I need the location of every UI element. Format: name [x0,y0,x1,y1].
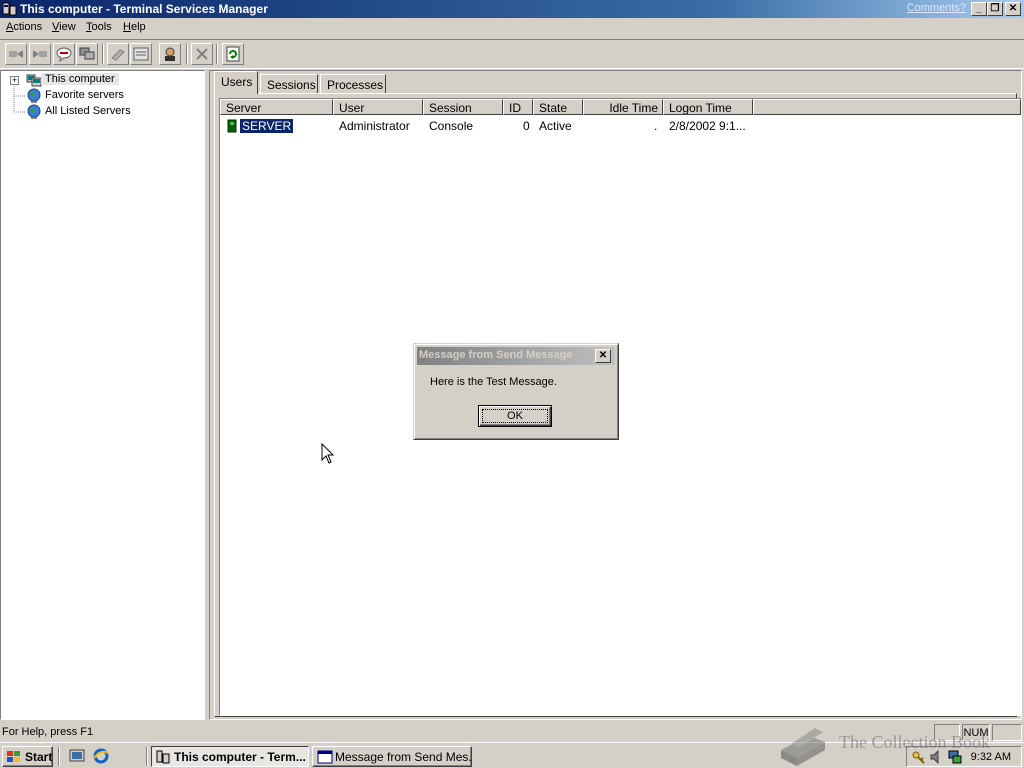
status-button[interactable] [130,43,152,65]
comments-link[interactable]: Comments? [907,2,966,14]
column-header-server[interactable]: Server [220,99,333,115]
status-help-text: For Help, press F1 [2,726,94,738]
terminal-services-icon [156,750,170,764]
tree-item-label: Favorite servers [45,89,124,101]
column-header-state[interactable]: State [533,99,583,115]
refresh-button[interactable] [222,43,244,65]
dialog-close-button[interactable]: ✕ [595,349,611,363]
start-button[interactable]: Start [2,746,53,767]
menu-actions[interactable]: Actions [6,21,42,33]
remote-control-icon [79,47,95,60]
column-header-user[interactable]: User [333,99,423,115]
minimize-button[interactable]: _ [971,2,987,16]
mouse-cursor-icon [321,443,335,464]
status-panel-scroll [992,724,1022,741]
logoff-button[interactable] [159,43,181,65]
menu-view[interactable]: View [52,21,76,33]
menu-bar: Actions View Tools Help [0,18,1024,38]
status-panel-num: NUM [962,724,990,741]
status-panel-caps [934,724,960,741]
tab-users[interactable]: Users [214,71,258,94]
tree-item-label: All Listed Servers [45,105,131,117]
globe-icon [27,88,41,103]
column-header-idle-time[interactable]: Idle Time [583,99,663,115]
start-label: Start [25,750,53,764]
user-session-icon [227,119,237,133]
status-bar: For Help, press F1 NUM [0,722,1024,742]
end-process-icon [196,48,208,60]
refresh-icon [226,46,240,62]
window-title: This computer - Terminal Services Manage… [20,2,268,16]
column-header-session[interactable]: Session [423,99,503,115]
reset-button[interactable] [107,43,129,65]
tree-lines [13,84,25,113]
disconnect-button[interactable] [29,43,51,65]
tree-item-this-computer[interactable]: + This computer [1,72,201,88]
internet-explorer-icon[interactable] [92,747,110,765]
dialog-title: Message from Send Message [419,349,573,361]
connect-icon [9,50,23,58]
logoff-icon [165,47,175,61]
tree-item-favorite-servers[interactable]: Favorite servers [1,88,201,104]
computers-icon [26,74,42,87]
task-button-terminal-services[interactable]: This computer - Term... [151,746,309,767]
connect-button[interactable] [5,43,27,65]
close-button[interactable]: ✕ [1005,2,1021,16]
terminal-services-icon [2,2,17,16]
system-tray: 9:32 AM [906,746,1022,767]
restore-button[interactable]: ❐ [987,2,1003,16]
taskbar-separator [58,747,60,766]
cell-server: SERVER [238,118,295,134]
task-label: This computer - Term... [174,750,306,764]
toolbar-separator [102,44,104,64]
tab-processes[interactable]: Processes [320,74,386,94]
dialog-title-bar[interactable]: Message from Send Message ✕ [417,347,615,365]
menu-tools[interactable]: Tools [86,21,112,33]
cell-id: 0 [523,119,530,133]
dialog-message: Here is the Test Message. [430,376,557,388]
message-dialog: Message from Send Message ✕ Here is the … [413,343,619,440]
ok-button-label: OK [482,409,548,423]
cell-logon-time: 2/8/2002 9:1... [669,119,746,133]
remote-control-button[interactable] [76,43,98,65]
windows-logo-icon [7,751,20,762]
key-icon[interactable] [911,749,927,765]
cell-user: Administrator [339,119,410,133]
column-header-logon-time[interactable]: Logon Time [663,99,753,115]
globe-icon [27,104,41,119]
toolbar [0,39,1024,69]
column-header-id[interactable]: ID [503,99,533,115]
tab-sessions[interactable]: Sessions [260,74,318,94]
clock[interactable]: 9:32 AM [971,751,1011,763]
ok-button[interactable]: OK [478,405,552,427]
cell-state: Active [539,119,572,133]
taskbar-separator [146,747,148,766]
cell-session: Console [429,119,474,133]
title-bar[interactable]: This computer - Terminal Services Manage… [0,0,1024,18]
toolbar-separator [186,44,188,64]
server-tree[interactable]: + This computer Favorite servers All Lis… [0,70,205,720]
send-message-icon [56,47,72,62]
taskbar: Start This computer - Term... Message fr… [0,742,1024,768]
reset-icon [111,49,125,61]
volume-icon[interactable] [929,749,945,765]
network-icon[interactable] [947,749,963,765]
show-desktop-icon[interactable] [68,747,86,765]
send-message-button[interactable] [53,43,75,65]
menu-help[interactable]: Help [123,21,146,33]
window-icon [317,750,333,764]
status-icon [133,47,149,61]
disconnect-icon [33,50,47,58]
column-header-filler [753,99,1021,115]
cell-idle-time: . [654,119,658,133]
end-process-button[interactable] [191,43,213,65]
toolbar-separator [216,44,218,64]
task-label: Message from Send Mes... [335,750,472,764]
tree-item-label: This computer [41,73,119,85]
tree-item-all-listed-servers[interactable]: All Listed Servers [1,104,201,120]
task-button-message[interactable]: Message from Send Mes... [312,746,472,767]
users-list[interactable]: Server User Session ID State Idle Time L… [219,98,1022,716]
